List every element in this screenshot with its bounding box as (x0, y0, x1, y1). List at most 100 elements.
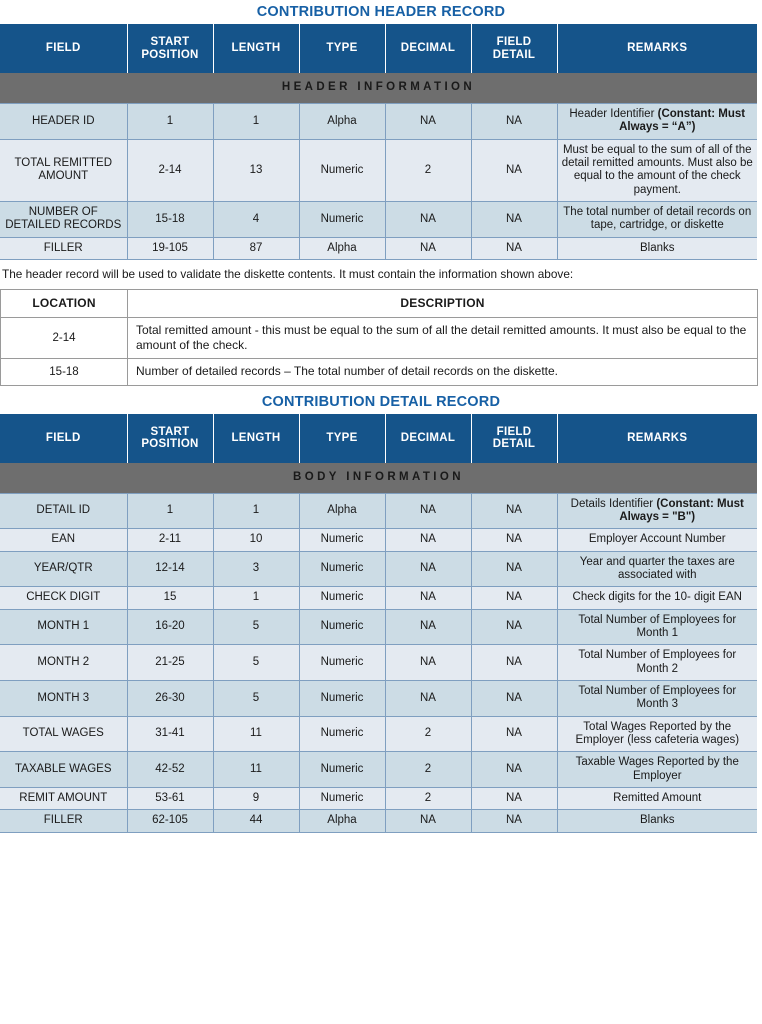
document-page: CONTRIBUTION HEADER RECORD FIELD START PO… (0, 0, 762, 833)
cell-start-position: 16-20 (127, 609, 214, 646)
location-table-thead: LOCATION DESCRIPTION (0, 288, 758, 318)
header-record-column-row: FIELD START POSITION LENGTH TYPE DECIMAL … (0, 24, 757, 73)
cell-length: 3 (213, 551, 300, 588)
column-header-start-position: START POSITION (127, 24, 214, 73)
table-row: 15-18 Number of detailed records – The t… (0, 358, 758, 386)
cell-field: DETAIL ID (0, 493, 128, 530)
cell-decimal: NA (385, 237, 472, 260)
cell-remarks: Total Wages Reported by the Employer (le… (557, 716, 757, 753)
cell-type: Numeric (299, 609, 386, 646)
cell-remarks: Blanks (557, 237, 757, 260)
column-header-length: LENGTH (213, 24, 300, 73)
cell-type: Alpha (299, 237, 386, 260)
cell-length: 11 (213, 716, 300, 753)
cell-remarks: Year and quarter the taxes are associate… (557, 551, 757, 588)
cell-start-position: 1 (127, 103, 214, 140)
cell-field: FILLER (0, 237, 128, 260)
cell-length: 13 (213, 139, 300, 202)
cell-field-detail: NA (471, 716, 558, 753)
header-record-tbody: HEADER INFORMATION HEADER ID 1 1 Alpha N… (0, 73, 757, 260)
cell-type: Numeric (299, 586, 386, 610)
cell-description: Total remitted amount - this must be equ… (127, 316, 758, 360)
cell-start-position: 26-30 (127, 680, 214, 717)
table-row: NUMBER OF DETAILED RECORDS 15-18 4 Numer… (0, 201, 757, 238)
cell-length: 1 (213, 586, 300, 610)
contribution-header-record-table: FIELD START POSITION LENGTH TYPE DECIMAL … (0, 24, 757, 260)
table-row: DETAIL ID 1 1 Alpha NA NA Details Identi… (0, 493, 757, 530)
cell-field: REMIT AMOUNT (0, 787, 128, 811)
cell-remarks: The total number of detail records on ta… (557, 201, 757, 238)
cell-start-position: 2-11 (127, 528, 214, 552)
table-row: HEADER ID 1 1 Alpha NA NA Header Identif… (0, 103, 757, 140)
cell-field: TOTAL REMITTED AMOUNT (0, 139, 128, 202)
detail-record-column-row: FIELD START POSITION LENGTH TYPE DECIMAL … (0, 413, 757, 463)
cell-type: Numeric (299, 787, 386, 811)
cell-length: 5 (213, 644, 300, 682)
cell-remarks: Blanks (557, 809, 757, 833)
column-header-type: TYPE (299, 24, 386, 73)
cell-field: EAN (0, 528, 128, 552)
cell-type: Numeric (299, 751, 386, 789)
cell-start-position: 21-25 (127, 644, 214, 682)
cell-field-detail: NA (471, 493, 558, 530)
cell-type: Alpha (299, 103, 386, 140)
cell-length: 5 (213, 609, 300, 646)
detail-record-thead: FIELD START POSITION LENGTH TYPE DECIMAL … (0, 413, 757, 463)
cell-remarks: Header Identifier (Constant: Must Always… (557, 103, 757, 140)
cell-field-detail: NA (471, 237, 558, 260)
detail-record-tbody: BODY INFORMATION DETAIL ID 1 1 Alpha NA … (0, 462, 757, 833)
cell-description: Number of detailed records – The total n… (127, 358, 758, 386)
cell-length: 10 (213, 528, 300, 552)
cell-start-position: 12-14 (127, 551, 214, 588)
column-header-remarks: REMARKS (557, 24, 757, 73)
cell-type: Numeric (299, 139, 386, 202)
column-header-location: LOCATION (0, 288, 128, 318)
cell-field: YEAR/QTR (0, 551, 128, 588)
cell-length: 1 (213, 493, 300, 530)
cell-start-position: 19-105 (127, 237, 214, 260)
cell-decimal: NA (385, 551, 472, 588)
cell-length: 1 (213, 103, 300, 140)
cell-length: 5 (213, 680, 300, 717)
detail-record-title: CONTRIBUTION DETAIL RECORD (261, 393, 501, 410)
header-record-thead: FIELD START POSITION LENGTH TYPE DECIMAL … (0, 24, 757, 73)
cell-field-detail: NA (471, 528, 558, 552)
cell-length: 44 (213, 809, 300, 833)
cell-decimal: NA (385, 680, 472, 717)
section-bar-header-information: HEADER INFORMATION (0, 73, 757, 104)
table-row: MONTH 2 21-25 5 Numeric NA NA Total Numb… (0, 644, 757, 682)
table-row: 2-14 Total remitted amount - this must b… (0, 316, 758, 360)
cell-start-position: 15 (127, 586, 214, 610)
table-row: MONTH 1 16-20 5 Numeric NA NA Total Numb… (0, 609, 757, 646)
column-header-decimal: DECIMAL (385, 24, 472, 73)
cell-decimal: 2 (385, 787, 472, 811)
cell-field: TAXABLE WAGES (0, 751, 128, 789)
cell-type: Alpha (299, 809, 386, 833)
table-row: TOTAL WAGES 31-41 11 Numeric 2 NA Total … (0, 716, 757, 753)
cell-length: 87 (213, 237, 300, 260)
cell-type: Numeric (299, 551, 386, 588)
cell-type: Numeric (299, 644, 386, 682)
cell-decimal: 2 (385, 139, 472, 202)
cell-location: 2-14 (0, 316, 128, 360)
column-header-length: LENGTH (213, 413, 300, 463)
cell-type: Numeric (299, 201, 386, 238)
cell-field-detail: NA (471, 139, 558, 202)
header-record-title: CONTRIBUTION HEADER RECORD (256, 4, 506, 20)
cell-start-position: 42-52 (127, 751, 214, 789)
column-header-field-detail: FIELD DETAIL (471, 413, 558, 463)
remarks-text: Details Identifier (570, 497, 654, 510)
cell-remarks: Check digits for the 10- digit EAN (557, 586, 757, 610)
section-bar-body-information: BODY INFORMATION (0, 462, 757, 494)
cell-field: MONTH 2 (0, 644, 128, 682)
table-row: CHECK DIGIT 15 1 Numeric NA NA Check dig… (0, 586, 757, 610)
cell-decimal: NA (385, 201, 472, 238)
cell-remarks: Remitted Amount (557, 787, 757, 811)
cell-field: MONTH 3 (0, 680, 128, 717)
cell-start-position: 31-41 (127, 716, 214, 753)
section-bar-label: HEADER INFORMATION (0, 73, 757, 104)
column-header-decimal: DECIMAL (385, 413, 472, 463)
cell-length: 11 (213, 751, 300, 789)
table-row: REMIT AMOUNT 53-61 9 Numeric 2 NA Remitt… (0, 787, 757, 811)
cell-length: 4 (213, 201, 300, 238)
